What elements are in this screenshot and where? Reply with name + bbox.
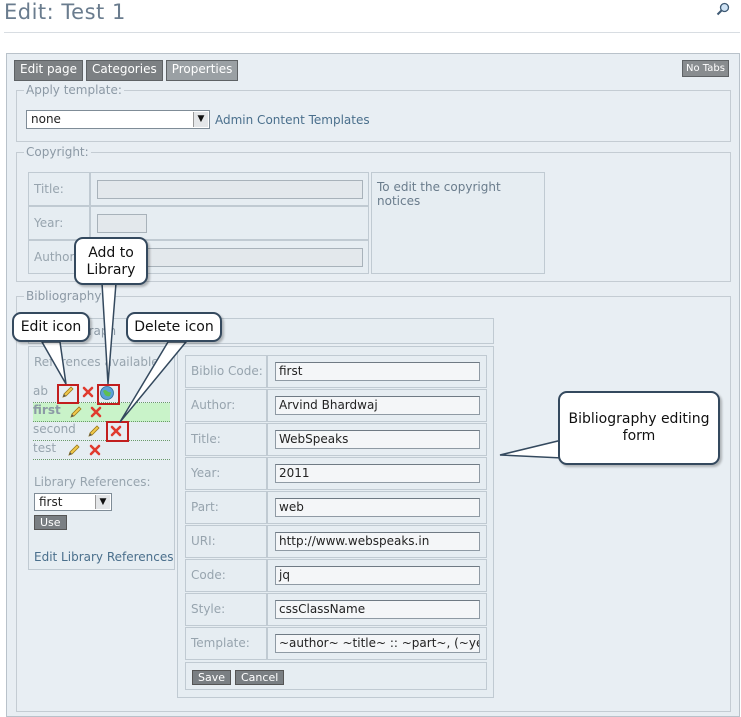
reference-name[interactable]: second [33, 422, 76, 436]
pencil-icon[interactable] [87, 424, 101, 438]
template-select-value: none [31, 112, 61, 126]
code-input[interactable]: jq [275, 566, 480, 585]
copyright-title-input[interactable] [97, 180, 363, 199]
title-divider [4, 32, 740, 33]
tab-categories[interactable]: Categories [86, 60, 163, 81]
title-label: Title: [185, 423, 267, 456]
delete-icon[interactable] [88, 443, 102, 457]
uri-input[interactable]: http://www.webspeaks.in [275, 532, 480, 551]
style-cell: cssClassName [267, 593, 487, 626]
callout-add-to-library: Add to Library [74, 237, 148, 285]
title-input[interactable]: WebSpeaks [275, 430, 480, 449]
template-input[interactable]: ~author~ ~title~ :: ~part~, (~year~ [275, 634, 480, 653]
chevron-down-icon: ▼ [193, 112, 208, 127]
reference-name[interactable]: first [33, 403, 61, 417]
uri-cell: http://www.webspeaks.in [267, 525, 487, 558]
edit-library-references-link[interactable]: Edit Library References [34, 550, 174, 564]
admin-templates-link[interactable]: Admin Content Templates [215, 113, 370, 127]
library-select[interactable]: first ▼ [34, 493, 112, 511]
add-library-highlight [97, 384, 120, 405]
pencil-icon[interactable] [69, 405, 83, 419]
delete-icon-highlight [106, 421, 129, 442]
bibliography-legend: Bibliography [24, 289, 104, 303]
biblio-code-label: Biblio Code: [185, 355, 267, 388]
pencil-icon[interactable] [67, 443, 81, 457]
page-title: Edit: Test 1 [4, 0, 126, 24]
bibliography-header-bar: graph [28, 318, 494, 344]
no-tabs-button[interactable]: No Tabs [682, 60, 729, 77]
code-label: Code: [185, 559, 267, 592]
chevron-down-icon: ▼ [95, 495, 110, 509]
part-input[interactable]: web [275, 498, 480, 517]
references-available-label: References available: [34, 355, 163, 369]
part-cell: web [267, 491, 487, 524]
library-references-label: Library References: [34, 475, 151, 489]
uri-label: URI: [185, 525, 267, 558]
copyright-year-label: Year: [28, 206, 90, 240]
tab-edit-page[interactable]: Edit page [14, 60, 84, 81]
code-cell: jq [267, 559, 487, 592]
delete-icon[interactable] [81, 385, 95, 399]
biblio-code-cell: first [267, 355, 487, 388]
biblio-code-input[interactable]: first [275, 362, 480, 381]
callout-delete-icon: Delete icon [126, 312, 222, 342]
year-cell: 2011 [267, 457, 487, 490]
save-button[interactable]: Save [192, 670, 232, 685]
edit-icon-highlight [57, 384, 79, 404]
copyright-note: To edit the copyright notices [377, 180, 501, 208]
author-label: Author: [185, 389, 267, 422]
template-label: Template: [185, 627, 267, 660]
author-cell: Arvind Bhardwaj [267, 389, 487, 422]
style-input[interactable]: cssClassName [275, 600, 480, 619]
year-label: Year: [185, 457, 267, 490]
apply-template-legend: Apply template: [24, 83, 124, 97]
year-input[interactable]: 2011 [275, 464, 480, 483]
search-icon[interactable] [716, 2, 730, 16]
use-button[interactable]: Use [34, 515, 67, 530]
copyright-year-input[interactable] [97, 214, 147, 233]
callout-bibliography-form: Bibliography editing form [558, 391, 720, 465]
style-label: Style: [185, 593, 267, 626]
callout-edit-icon: Edit icon [12, 312, 90, 342]
reference-name[interactable]: ab [33, 384, 48, 398]
copyright-title-cell [90, 172, 369, 206]
tab-bar: Edit page Categories Properties [14, 60, 239, 81]
copyright-title-label: Title: [28, 172, 90, 206]
template-select[interactable]: none ▼ [26, 110, 210, 129]
author-input[interactable]: Arvind Bhardwaj [275, 396, 480, 415]
template-cell: ~author~ ~title~ :: ~part~, (~year~ [267, 627, 487, 660]
form-buttons-bar: Save Cancel [185, 662, 487, 690]
copyright-note-cell: To edit the copyright notices [371, 172, 545, 274]
cancel-button[interactable]: Cancel [235, 670, 285, 685]
list-item: first [33, 403, 170, 422]
library-select-value: first [39, 495, 63, 509]
tab-properties[interactable]: Properties [165, 60, 239, 81]
list-item: second [33, 422, 170, 441]
copyright-year-cell [90, 206, 369, 240]
reference-name[interactable]: test [33, 441, 56, 455]
delete-icon[interactable] [89, 405, 103, 419]
list-item: test [33, 441, 170, 460]
part-label: Part: [185, 491, 267, 524]
copyright-legend: Copyright: [24, 145, 91, 159]
title-cell: WebSpeaks [267, 423, 487, 456]
